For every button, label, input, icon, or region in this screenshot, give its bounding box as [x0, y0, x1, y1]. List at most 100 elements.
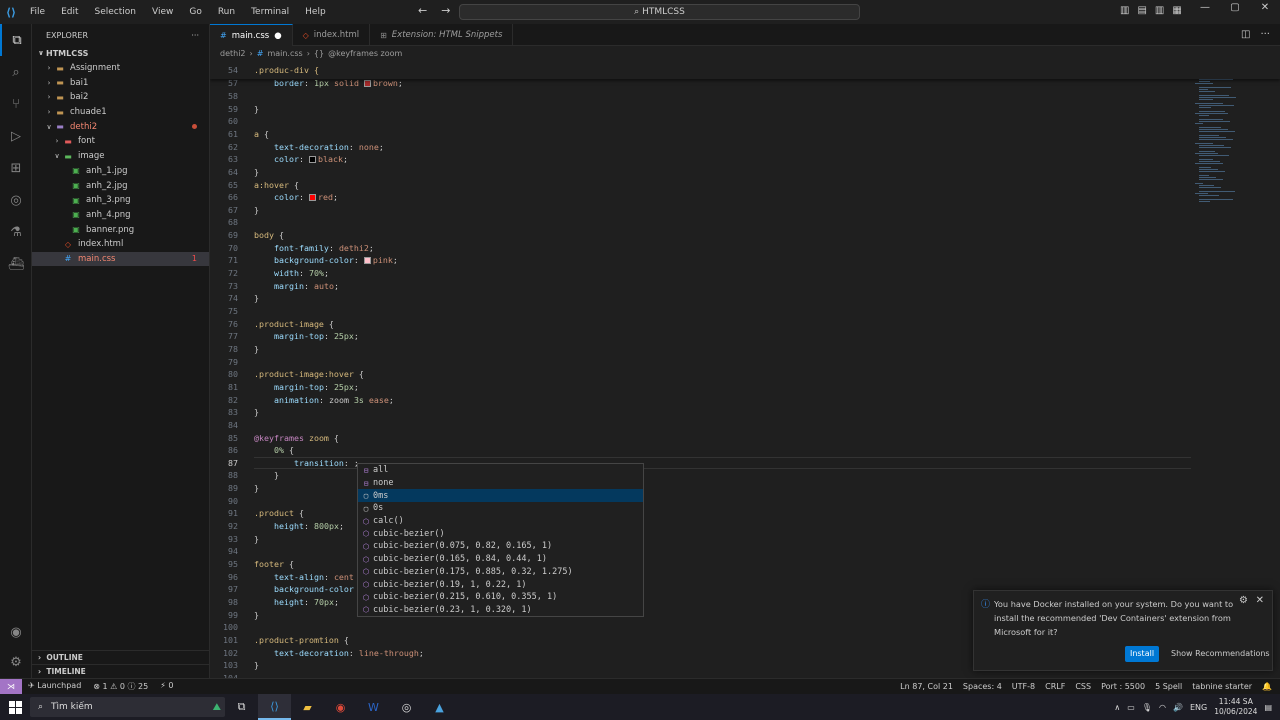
taskbar-search[interactable]: ⌕ Tìm kiếm ⛰	[30, 697, 225, 717]
tree-item-image[interactable]: ∨ ▬ image	[32, 149, 209, 164]
clock[interactable]: 11:44 SA 10/06/2024	[1214, 697, 1257, 717]
suggestion-item[interactable]: ⬡ cubic-bezier(0.075, 0.82, 0.165, 1)	[358, 540, 643, 553]
suggestion-item[interactable]: ⬡ cubic-bezier(0.19, 1, 0.22, 1)	[358, 578, 643, 591]
ports-item[interactable]: ⚡ 0	[160, 681, 173, 692]
suggestion-item[interactable]: ⬡ cubic-bezier(0.23, 1, 0.320, 1)	[358, 604, 643, 617]
tree-item-bai2[interactable]: › ▬ bai2	[32, 90, 209, 105]
notifications-bell-icon[interactable]: 🔔	[1262, 682, 1272, 691]
minimize-icon[interactable]: —	[1190, 2, 1220, 13]
suggestion-item[interactable]: ▢ 0ms	[358, 489, 643, 503]
menu-item-go[interactable]: Go	[181, 7, 209, 17]
run-debug-icon[interactable]: ▷	[0, 120, 32, 152]
network-icon[interactable]: ▭	[1127, 703, 1135, 712]
tree-item-dethi2[interactable]: ∨ ▬ dethi2	[32, 119, 209, 134]
tree-item-assignment[interactable]: › ▬ Assignment	[32, 61, 209, 76]
task-view-icon[interactable]: ⧉	[225, 694, 258, 720]
split-editor-icon[interactable]: ◫	[1241, 29, 1250, 40]
indentation[interactable]: Spaces: 4	[963, 682, 1002, 691]
suggestion-item[interactable]: ⬡ cubic-bezier(0.175, 0.885, 0.32, 1.275)	[358, 566, 643, 579]
color-swatch[interactable]	[308, 156, 316, 164]
tree-item-index-html[interactable]: ◇ index.html	[32, 237, 209, 252]
breadcrumb-folder[interactable]: dethi2	[220, 49, 246, 58]
menu-item-selection[interactable]: Selection	[87, 7, 144, 17]
tree-item-bai1[interactable]: › ▬ bai1	[32, 75, 209, 90]
back-arrow-icon[interactable]: ←	[418, 4, 427, 17]
menu-item-run[interactable]: Run	[210, 7, 243, 17]
toggle-secondary-sidebar-icon[interactable]: ▥	[1155, 5, 1164, 16]
close-icon[interactable]: ✕	[1256, 595, 1264, 606]
volume-icon[interactable]: 🔊	[1173, 703, 1183, 712]
photos-icon[interactable]: ▲	[423, 694, 456, 720]
github-icon[interactable]: ◎	[390, 694, 423, 720]
docker-icon[interactable]: ⛴	[0, 248, 32, 280]
color-swatch[interactable]	[363, 80, 371, 88]
language-mode[interactable]: CSS	[1075, 682, 1091, 691]
more-actions-icon[interactable]: ···	[1260, 29, 1270, 40]
cursor-position[interactable]: Ln 87, Col 21	[900, 682, 953, 691]
breadcrumb-file[interactable]: main.css	[267, 49, 302, 58]
tree-item-anh-1-jpg[interactable]: ▣ anh_1.jpg	[32, 164, 209, 179]
tabnine-status[interactable]: tabnine starter	[1192, 682, 1252, 691]
microphone-icon[interactable]: 🎙	[1142, 703, 1152, 712]
outline-section[interactable]: › OUTLINE	[32, 650, 210, 664]
notification-settings-icon[interactable]: ⚙	[1239, 595, 1248, 606]
source-control-icon[interactable]: ⑂	[0, 88, 32, 120]
remote-indicator-icon[interactable]: ⋊	[0, 678, 22, 695]
menu-item-terminal[interactable]: Terminal	[243, 7, 297, 17]
notification-center-icon[interactable]: ▤	[1264, 703, 1272, 712]
tab-extension-html-snippets[interactable]: ⊞ Extension: HTML Snippets	[370, 24, 514, 46]
suggestion-item[interactable]: ⬡ calc()	[358, 515, 643, 528]
toggle-panel-icon[interactable]: ▤	[1137, 5, 1146, 16]
maximize-icon[interactable]: ▢	[1220, 2, 1250, 13]
wifi-icon[interactable]: ◠	[1159, 703, 1166, 712]
install-button[interactable]: Install	[1125, 646, 1159, 662]
toggle-sidebar-icon[interactable]: ▥	[1120, 5, 1129, 16]
menu-item-edit[interactable]: Edit	[53, 7, 86, 17]
more-actions-icon[interactable]: ···	[191, 31, 199, 40]
account-icon[interactable]: ◉	[0, 616, 32, 648]
tree-item-anh-3-png[interactable]: ▣ anh_3.png	[32, 193, 209, 208]
command-center-search[interactable]: ⌕ HTMLCSS	[459, 4, 860, 20]
editor-scrollbar[interactable]	[1272, 61, 1280, 678]
menu-item-help[interactable]: Help	[297, 7, 334, 17]
tree-item-anh-2-jpg[interactable]: ▣ anh_2.jpg	[32, 178, 209, 193]
tree-item-main-css[interactable]: # main.css 1	[32, 251, 209, 267]
menu-item-view[interactable]: View	[144, 7, 181, 17]
show-recommendations-button[interactable]: Show Recommendations	[1171, 646, 1270, 662]
extensions-icon[interactable]: ⊞	[0, 152, 32, 184]
suggestion-item[interactable]: ⊟ none	[358, 477, 643, 490]
spell-check[interactable]: 5 Spell	[1155, 682, 1182, 691]
tab-main-css[interactable]: # main.css ●	[210, 24, 293, 46]
sticky-scroll-header[interactable]: 54 .produc-div {	[210, 61, 1280, 79]
tray-chevron-icon[interactable]: ∧	[1114, 703, 1120, 712]
breadcrumb-symbol[interactable]: @keyframes zoom	[328, 49, 402, 58]
language-indicator[interactable]: ENG	[1190, 703, 1207, 712]
problems-item[interactable]: ⊗ 1 ⚠ 0 ⓘ 25	[93, 681, 148, 692]
tree-item-font[interactable]: › ▬ font	[32, 134, 209, 149]
suggestion-item[interactable]: ⬡ cubic-bezier(0.215, 0.610, 0.355, 1)	[358, 591, 643, 604]
encoding[interactable]: UTF-8	[1012, 682, 1035, 691]
timeline-section[interactable]: › TIMELINE	[32, 664, 210, 678]
file-explorer-icon[interactable]: ▰	[291, 694, 324, 720]
minimap[interactable]	[1195, 61, 1275, 211]
live-server-port[interactable]: Port : 5500	[1101, 682, 1145, 691]
unsaved-dot-icon[interactable]: ●	[274, 31, 281, 41]
chrome-icon[interactable]: ◉	[324, 694, 357, 720]
testing-icon[interactable]: ⚗	[0, 216, 32, 248]
tab-index-html[interactable]: ◇ index.html	[293, 24, 371, 46]
windows-start-icon[interactable]	[0, 700, 30, 714]
end-of-line[interactable]: CRLF	[1045, 682, 1065, 691]
suggestion-item[interactable]: ⬡ cubic-bezier(0.165, 0.84, 0.44, 1)	[358, 553, 643, 566]
close-window-icon[interactable]: ✕	[1250, 2, 1280, 13]
remote-explorer-icon[interactable]: ◎	[0, 184, 32, 216]
color-swatch[interactable]	[363, 257, 371, 265]
menu-item-file[interactable]: File	[22, 7, 53, 17]
tree-item-chuade1[interactable]: › ▬ chuade1	[32, 105, 209, 120]
tree-item-banner-png[interactable]: ▣ banner.png	[32, 222, 209, 237]
explorer-icon[interactable]: ⧉	[0, 24, 32, 56]
search-view-icon[interactable]: ⌕	[0, 56, 32, 88]
workspace-root[interactable]: ∨ HTMLCSS	[32, 46, 209, 61]
word-icon[interactable]: W	[357, 694, 390, 720]
forward-arrow-icon[interactable]: →	[441, 4, 450, 17]
tree-item-anh-4-png[interactable]: ▣ anh_4.png	[32, 208, 209, 223]
